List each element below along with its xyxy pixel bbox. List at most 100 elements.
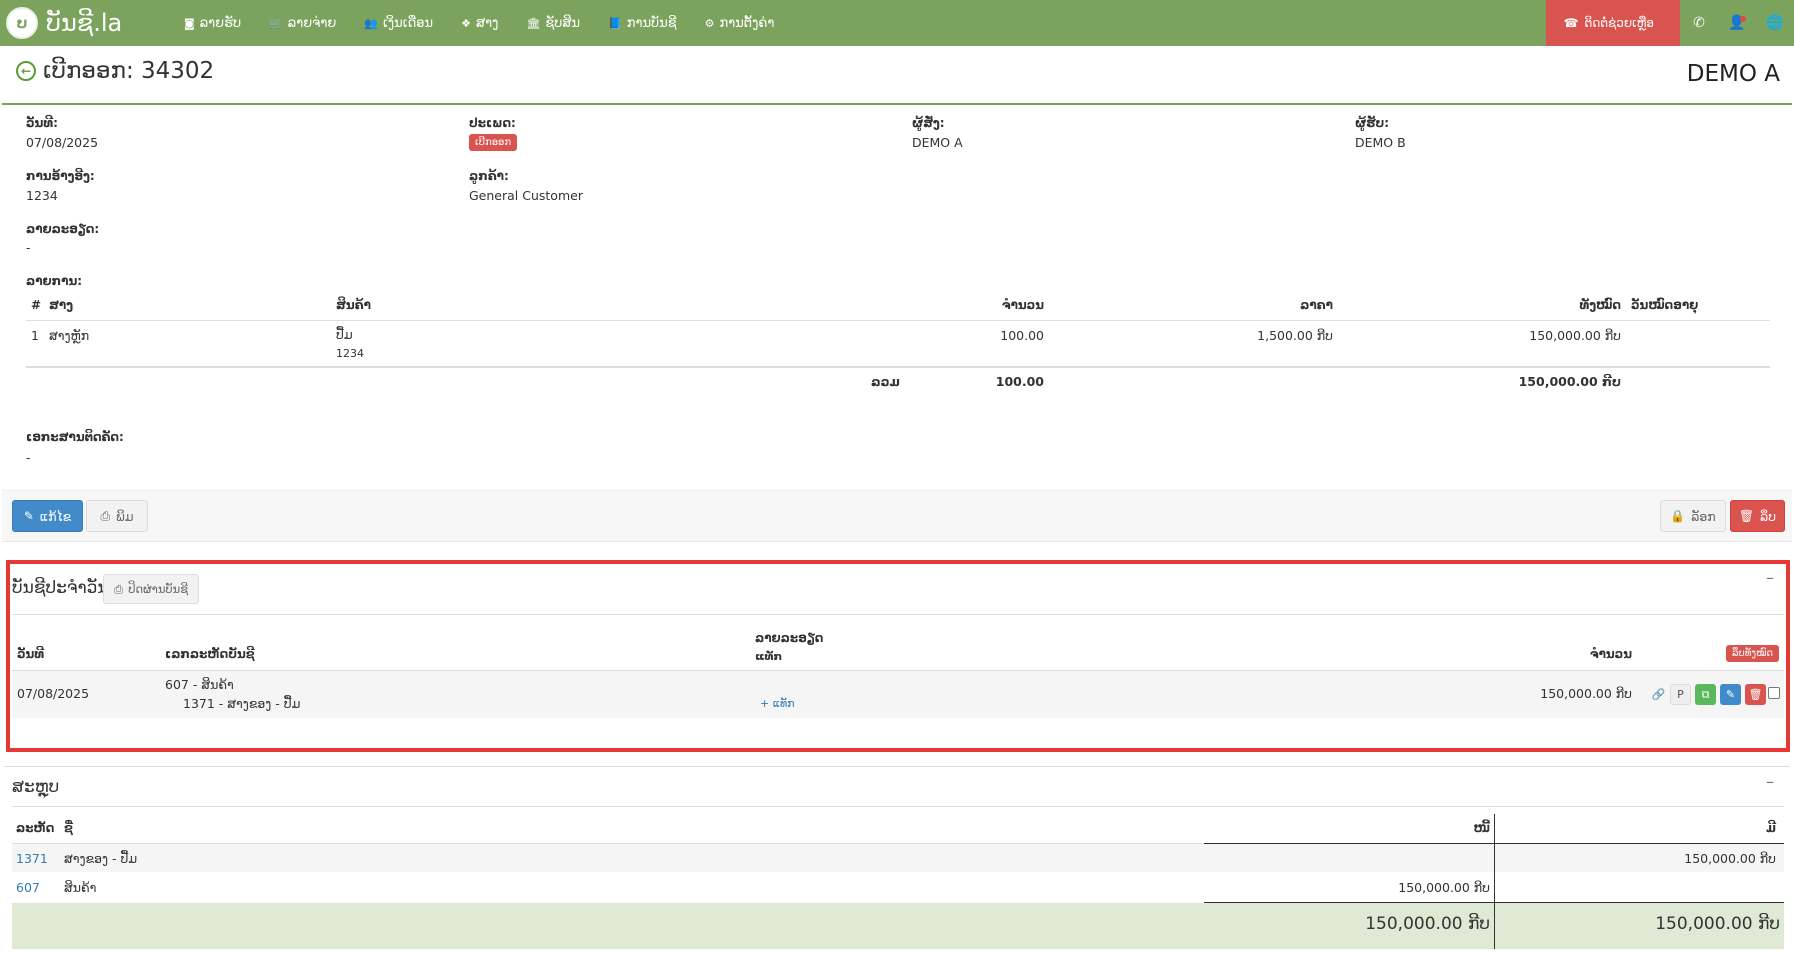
attachments-value: - (26, 450, 31, 465)
summary-total-debit: 150,000.00 ກີບ (1365, 914, 1490, 934)
help-button[interactable]: ☎ ຕິດຕໍ່ຊ່ວຍເຫຼືອ (1545, 0, 1680, 46)
buyer-value: DEMO A (912, 135, 963, 150)
customer-label: ລູກຄ້າ: (469, 169, 509, 183)
book-icon: 📘 (608, 16, 622, 30)
summary-row-name: ສາງຂອງ - ປື້ມ (64, 851, 138, 866)
trash-icon: 🗑 (1748, 688, 1763, 701)
summary-col-credit: ມີ (1765, 821, 1776, 835)
item-row-num: 1 (31, 328, 39, 343)
delete-label: ລຶບ (1760, 508, 1777, 524)
print-button[interactable]: ⎙ ພິມ (86, 500, 148, 532)
collapse-journal-icon[interactable]: – (1766, 568, 1774, 587)
collapse-summary-icon[interactable]: – (1766, 772, 1774, 791)
items-label: ລາຍການ: (26, 274, 83, 288)
summary-row-code[interactable]: 1371 (16, 851, 48, 866)
globe-icon[interactable]: 🌐 (1756, 0, 1794, 46)
top-navbar: ບ ບັນຊີ.la ◙ ລາຍຮັບ 🛒 ລາຍຈ່າຍ 👥 ເງິນເດືອນ ❖… (0, 0, 1794, 46)
journal-col-date: ວັນທີ (17, 647, 45, 661)
brand-name: ບັນຊີ.la (46, 9, 123, 37)
items-footer-quantity: 100.00 (995, 374, 1044, 389)
nav-item-assets[interactable]: 🏛 ຊັບສິນ (512, 0, 594, 46)
brand[interactable]: ບ ບັນຊີ.la (0, 0, 170, 46)
lock-icon: 🔒 (1670, 509, 1686, 523)
link-icon[interactable]: 🔗 (1648, 684, 1669, 705)
add-tag-link[interactable]: + ແທັກ (760, 697, 795, 710)
description-value: - (26, 240, 31, 255)
nav-item-label: ລາຍຮັບ (199, 15, 242, 31)
nav-item-accounting[interactable]: 📘 ການບັນຊີ (594, 0, 691, 46)
edit-entry-button[interactable]: ✎ (1720, 684, 1741, 705)
row-select-checkbox[interactable] (1768, 687, 1780, 699)
summary-row-debit: 150,000.00 ກີບ (1398, 880, 1490, 895)
edit-button[interactable]: ✎ ແກ້ໄຂ (12, 500, 83, 532)
lock-button[interactable]: 🔒 ລັອກ (1660, 500, 1726, 532)
whatsapp-icon[interactable]: ✆ (1680, 0, 1718, 46)
items-header-divider (26, 320, 1770, 321)
nav-item-label: ລາຍຈ່າຍ (287, 15, 337, 31)
printer-icon: ⎙ (114, 581, 124, 596)
edit-icon: ✎ (1725, 688, 1736, 701)
col-num: # (31, 298, 42, 312)
help-label: ຕິດຕໍ່ຊ່ວຍເຫຼືອ (1584, 16, 1654, 30)
nav-item-label: ການຕັ້ງຄ່າ (719, 15, 775, 31)
customer-value: General Customer (469, 188, 583, 203)
col-quantity: ຈຳນວນ (1001, 298, 1044, 312)
cart-icon: 🛒 (269, 16, 283, 30)
journal-title-divider (12, 614, 1784, 615)
bank-icon: 🏛 (526, 16, 541, 30)
nav-item-payroll[interactable]: 👥 ເງິນເດືອນ (350, 0, 447, 46)
nav-item-settings[interactable]: ⚙ ການຕັ້ງຄ່າ (691, 0, 789, 46)
item-row-warehouse: ສາງຫຼັກ (49, 328, 90, 343)
col-expiry: ວັນໝົດອາຍຸ (1631, 298, 1699, 312)
nav-item-warehouse[interactable]: ❖ ສາງ (447, 0, 512, 46)
date-label: ວັນທີ: (26, 116, 58, 130)
item-row-total: 150,000.00 ກີບ (1529, 328, 1621, 343)
reference-label: ການອ້າງອີງ: (26, 169, 95, 183)
printer-icon: ⎙ (100, 508, 111, 523)
description-label: ລາຍລະອຽດ: (26, 222, 100, 236)
col-total: ທັງໝົດ (1579, 298, 1621, 312)
copy-icon: ⧉ (1701, 687, 1710, 701)
edit-label: ແກ້ໄຂ (39, 508, 72, 524)
header-divider (2, 103, 1792, 105)
col-warehouse: ສາງ (49, 298, 74, 312)
summary-total-row (12, 903, 1784, 949)
col-price: ລາຄາ (1300, 298, 1333, 312)
journal-title: ບັນຊີປະຈຳວັນ (12, 578, 109, 598)
delete-button[interactable]: 🗑 ລຶບ (1730, 500, 1785, 532)
summary-row-credit: 150,000.00 ກີບ (1684, 851, 1776, 866)
summary-row-code[interactable]: 607 (16, 880, 40, 895)
item-row-product-code: 1234 (336, 347, 364, 360)
company-name: DEMO A (1686, 61, 1780, 87)
delete-all-button[interactable]: ລຶບທັງໝົດ (1726, 645, 1780, 662)
item-row-product: ປື້ມ (336, 327, 353, 342)
nav-item-expense[interactable]: 🛒 ລາຍຈ່າຍ (255, 0, 350, 46)
nav-item-label: ຊັບສິນ (545, 15, 581, 31)
item-row-price: 1,500.00 ກີບ (1257, 328, 1333, 343)
user-icon[interactable]: 👤 (1718, 0, 1756, 46)
back-arrow-icon[interactable]: ← (16, 61, 36, 81)
lock-label: ລັອກ (1691, 508, 1716, 524)
notification-dot (1740, 16, 1746, 22)
trash-icon: 🗑 (1738, 509, 1755, 523)
journal-col-amount: ຈຳນວນ (1589, 647, 1632, 661)
summary-row-bg (12, 844, 1784, 872)
nav-item-income[interactable]: ◙ ລາຍຮັບ (170, 0, 255, 46)
brand-logo-icon: ບ (6, 7, 38, 39)
reference-value: 1234 (26, 188, 58, 203)
type-label: ປະເພດ: (469, 116, 516, 130)
items-footer-label: ລວມ (871, 374, 900, 389)
journal-panel (6, 560, 1790, 752)
cogs-icon: ⚙ (704, 16, 715, 30)
copy-button[interactable]: ⧉ (1695, 684, 1716, 705)
journal-col-tag: ແທັກ (755, 650, 783, 663)
receiver-value: DEMO B (1355, 135, 1406, 150)
delete-entry-button[interactable]: 🗑 (1745, 684, 1766, 705)
journal-print-button[interactable]: ⎙ ປິດຜ່ານບັນຊີ (103, 574, 200, 604)
summary-row-name: ສິນຄ້າ (64, 880, 97, 895)
summary-col-name: ຊື່ (64, 821, 73, 835)
type-badge: ເບີກອອກ (469, 134, 518, 151)
summary-col-debit: ໜີ້ (1473, 821, 1490, 835)
p-button[interactable]: P (1670, 684, 1691, 705)
col-product: ສິນຄ້າ (336, 298, 371, 312)
